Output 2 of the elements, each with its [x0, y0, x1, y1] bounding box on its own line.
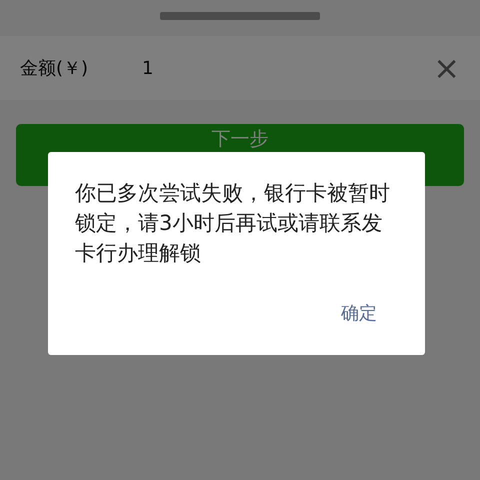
dialog-message: 你已多次尝试失败，银行卡被暂时锁定，请3小时后再试或请联系发卡行办理解锁	[74, 180, 391, 267]
amount-label: 金额(￥)	[20, 56, 90, 80]
